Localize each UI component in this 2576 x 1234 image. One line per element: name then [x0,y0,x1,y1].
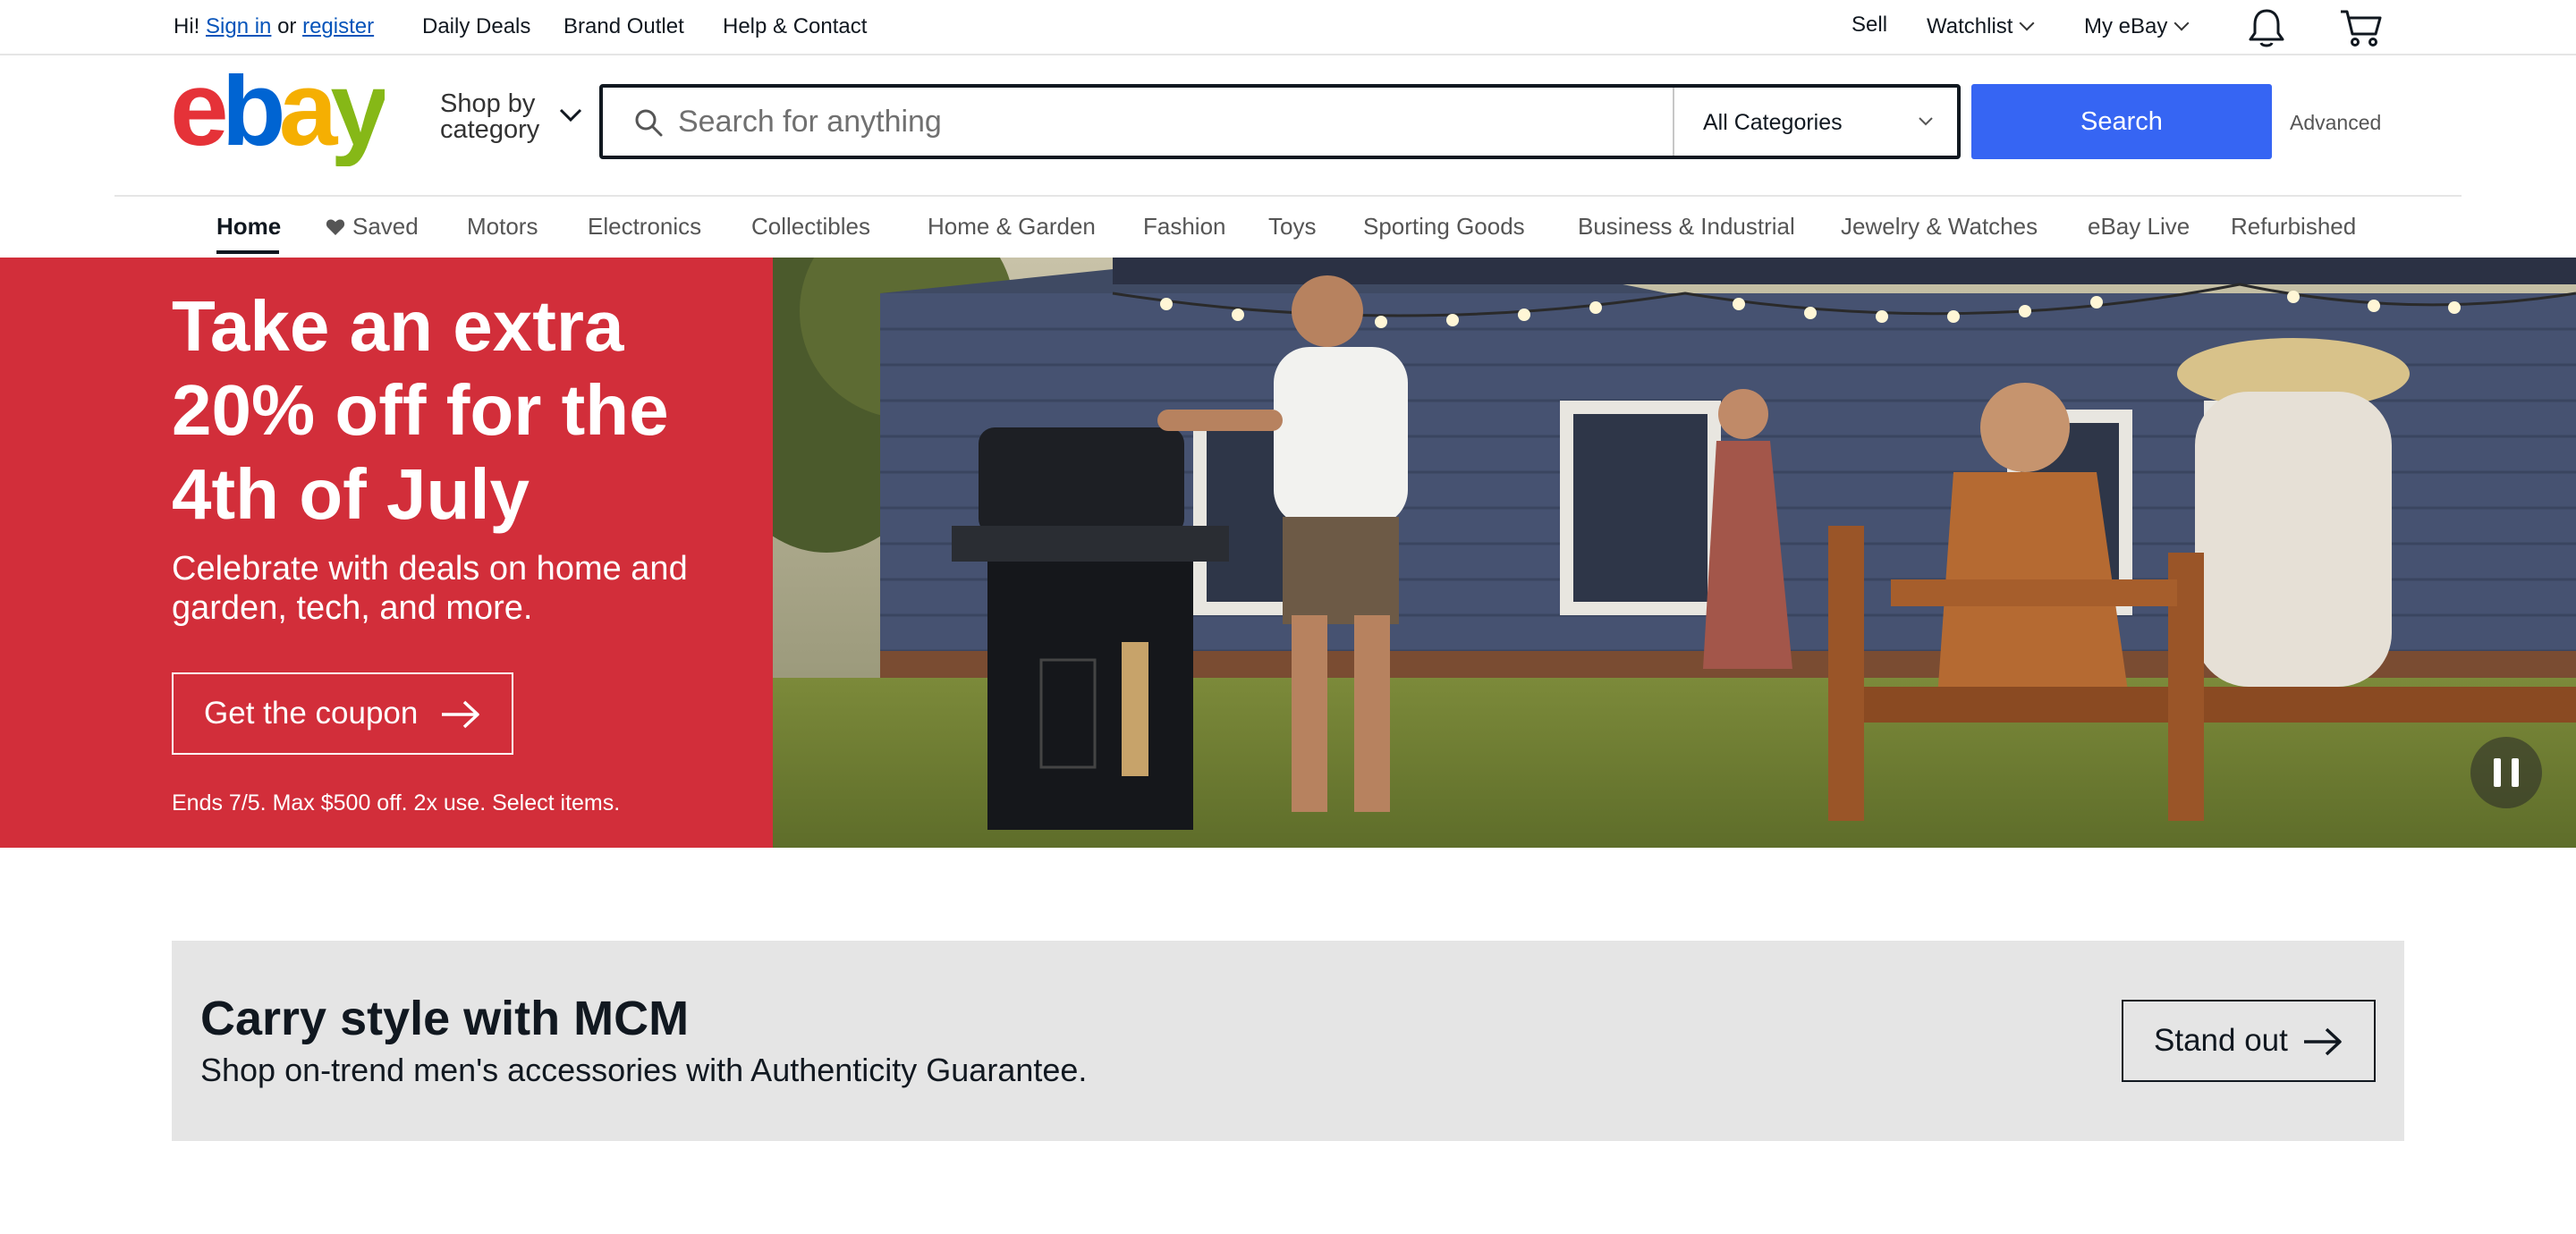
register-link[interactable]: register [302,14,374,38]
brand-outlet-link[interactable]: Brand Outlet [564,14,684,39]
arrow-right-icon [2304,1027,2342,1056]
arrow-right-icon [442,700,479,729]
category-select-value: All Categories [1703,110,1843,135]
nav-item-home[interactable]: Home [216,211,281,241]
svg-text:ebay: ebay [170,73,385,166]
pause-carousel-button[interactable] [2470,737,2542,808]
nav-item-home-garden[interactable]: Home & Garden [928,211,1096,241]
my-ebay-menu[interactable]: My eBay [2084,14,2190,39]
shop-by-category-button[interactable]: Shop by category [440,91,583,148]
nav-item-electronics[interactable]: Electronics [588,211,701,241]
watchlist-label: Watchlist [1927,14,2013,38]
chevron-down-icon [2019,15,2035,31]
category-nav: Home Saved Motors Electronics Collectibl… [0,197,2576,256]
my-ebay-label: My eBay [2084,14,2168,38]
help-contact-link[interactable]: Help & Contact [723,14,867,39]
search-input[interactable] [678,100,1572,143]
get-coupon-label: Get the coupon [204,696,419,731]
nav-item-toys[interactable]: Toys [1268,211,1316,241]
cart-icon[interactable] [2338,7,2383,48]
bell-icon[interactable] [2247,7,2286,48]
search-icon [635,109,663,137]
advanced-search-link[interactable]: Advanced [2290,111,2381,135]
nav-item-fashion[interactable]: Fashion [1143,211,1226,241]
hero-text-panel: Take an extra 20% off for the 4th of Jul… [0,258,773,848]
nav-item-saved[interactable]: Saved [326,211,419,241]
promo-subtitle: Shop on-trend men's accessories with Aut… [200,1052,1088,1088]
chevron-down-icon [2174,15,2190,31]
greeting-text: Hi! [174,14,200,38]
ebay-logo[interactable]: ebay [170,73,385,166]
pause-icon [2512,758,2519,787]
search-button[interactable]: Search [1971,84,2272,159]
daily-deals-link[interactable]: Daily Deals [422,14,530,39]
greeting: Hi! Sign in or register [174,14,374,39]
watchlist-menu[interactable]: Watchlist [1927,14,2035,39]
nav-item-saved-label: Saved [352,213,419,240]
category-select[interactable]: All Categories [1673,88,1957,156]
top-utility-bar: Hi! Sign in or register Daily Deals Bran… [0,0,2576,55]
nav-item-sporting-goods[interactable]: Sporting Goods [1363,211,1525,241]
sell-link[interactable]: Sell [1852,13,1887,38]
chevron-down-icon [1919,117,1933,126]
hero-banner[interactable]: Take an extra 20% off for the 4th of Jul… [0,258,2576,848]
hero-title: Take an extra 20% off for the 4th of Jul… [172,286,669,534]
nav-item-refurbished[interactable]: Refurbished [2231,211,2356,241]
hero-subtitle: Celebrate with deals on home and garden,… [172,550,688,627]
heart-icon [326,219,345,235]
promo-banner[interactable]: Carry style with MCM Shop on-trend men's… [172,941,2404,1141]
promo-title: Carry style with MCM [200,992,690,1045]
nav-item-ebay-live[interactable]: eBay Live [2088,211,2190,241]
stand-out-button[interactable]: Stand out [2122,1000,2376,1082]
or-text: or [277,14,297,38]
nav-item-business-industrial[interactable]: Business & Industrial [1578,211,1795,241]
nav-item-jewelry-watches[interactable]: Jewelry & Watches [1841,211,2038,241]
get-coupon-button[interactable]: Get the coupon [172,672,513,755]
hero-terms: Ends 7/5. Max $500 off. 2x use. Select i… [172,790,621,816]
active-tab-underline [216,250,279,254]
nav-item-collectibles[interactable]: Collectibles [751,211,870,241]
search-bar: All Categories [599,84,1961,159]
hero-photo-bbq-scene [773,258,2576,848]
sign-in-link[interactable]: Sign in [206,14,271,38]
chevron-down-icon [559,108,582,123]
nav-item-motors[interactable]: Motors [467,211,538,241]
pause-icon [2494,758,2501,787]
stand-out-label: Stand out [2154,1023,2288,1058]
